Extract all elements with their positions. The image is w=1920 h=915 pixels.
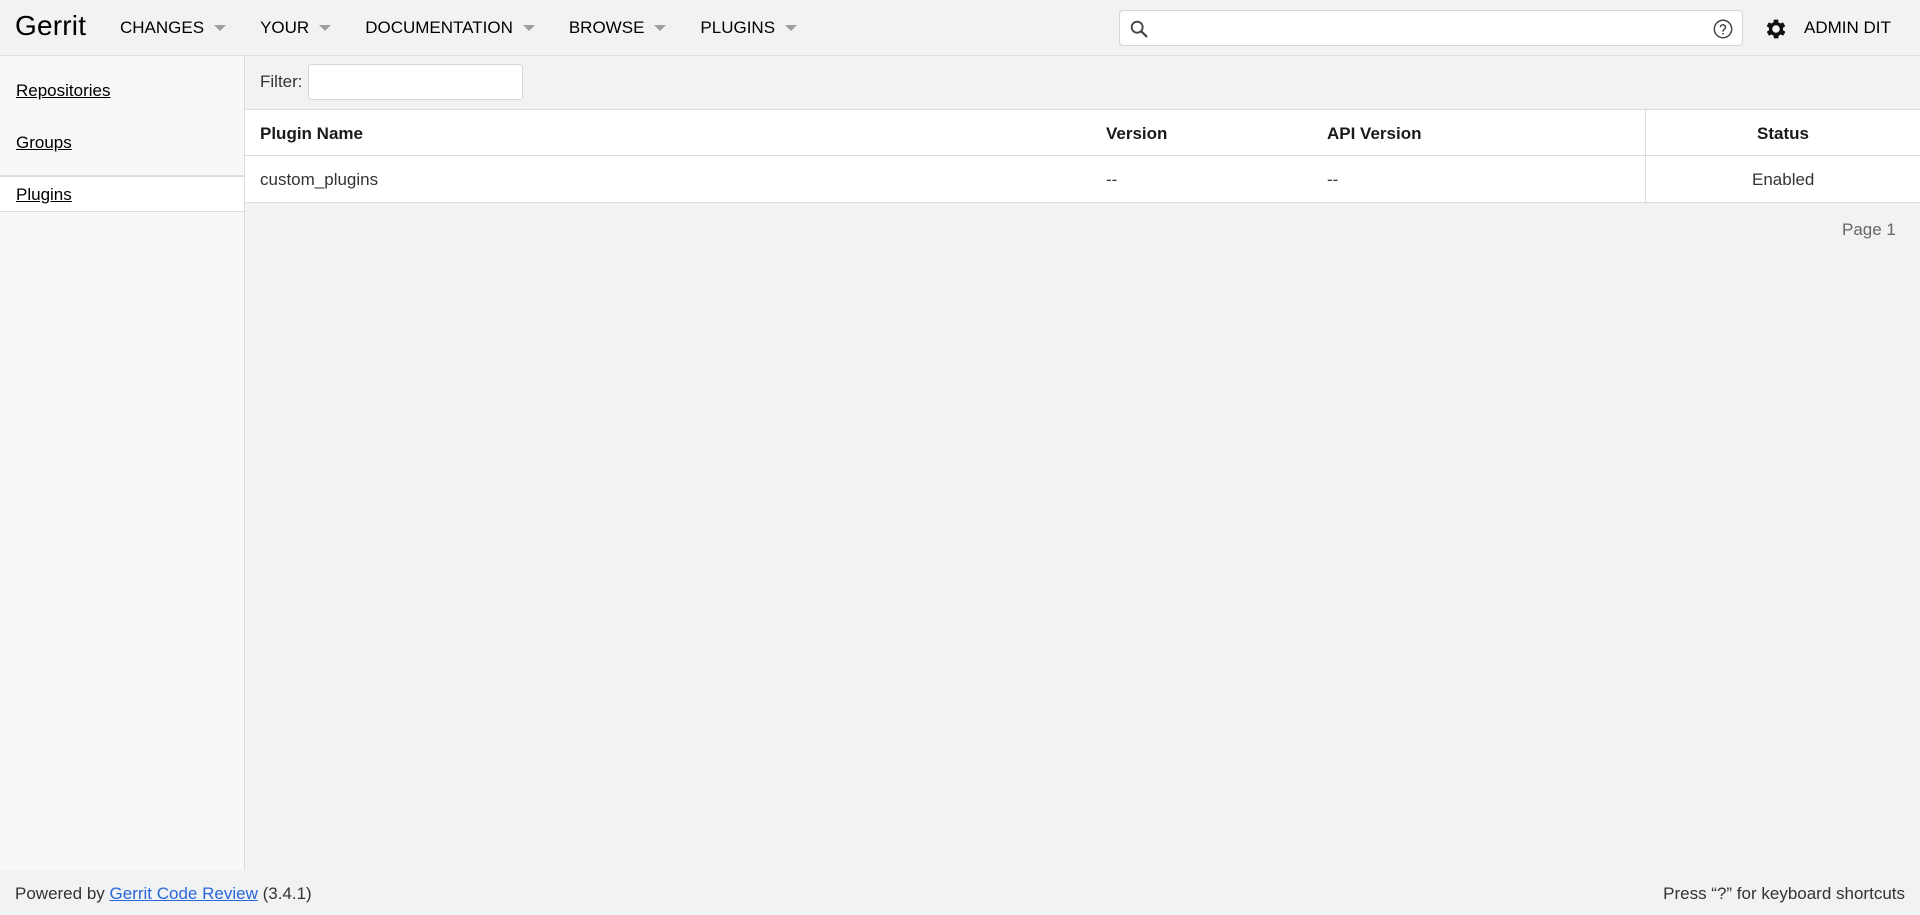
column-header-api-version: API Version bbox=[1327, 124, 1422, 143]
filter-input[interactable] bbox=[308, 64, 523, 100]
nav-browse-label: BROWSE bbox=[568, 18, 645, 37]
nav-changes[interactable]: CHANGES bbox=[120, 18, 227, 38]
column-header-version: Version bbox=[1106, 124, 1168, 143]
column-header-status: Status bbox=[1757, 124, 1809, 143]
chevron-down-icon bbox=[522, 25, 535, 31]
account-menu[interactable]: ADMIN DIT bbox=[1804, 18, 1891, 38]
chevron-down-icon bbox=[654, 25, 667, 31]
nav-plugins[interactable]: PLUGINS bbox=[700, 18, 798, 38]
footer-powered-by: Powered by Gerrit Code Review (3.4.1) bbox=[15, 884, 312, 904]
nav-changes-label: CHANGES bbox=[120, 18, 205, 37]
admin-sidebar: Repositories Groups Plugins bbox=[0, 56, 245, 870]
version-cell: -- bbox=[1106, 170, 1118, 189]
table-header-row: Plugin Name Version API Version Status bbox=[245, 110, 1920, 156]
main-nav: CHANGES YOUR DOCUMENTATION BROWSE PLUGIN… bbox=[120, 0, 831, 56]
gerrit-code-review-link[interactable]: Gerrit Code Review bbox=[110, 884, 258, 903]
search-box bbox=[1119, 10, 1743, 46]
powered-by-text: Powered by bbox=[15, 884, 105, 903]
nav-browse[interactable]: BROWSE bbox=[569, 18, 667, 38]
nav-plugins-label: PLUGINS bbox=[700, 18, 776, 37]
search-input[interactable] bbox=[1158, 15, 1702, 43]
page-indicator: Page 1 bbox=[1842, 220, 1896, 239]
chevron-down-icon bbox=[214, 25, 227, 31]
api-version-cell: -- bbox=[1327, 170, 1339, 189]
plugins-table: Plugin Name Version API Version Status c… bbox=[245, 109, 1920, 203]
nav-your[interactable]: YOUR bbox=[260, 18, 332, 38]
column-header-plugin-name: Plugin Name bbox=[260, 124, 363, 143]
gear-icon[interactable] bbox=[1763, 16, 1789, 42]
table-row: custom_plugins -- -- Enabled bbox=[245, 156, 1920, 202]
nav-documentation-label: DOCUMENTATION bbox=[365, 18, 513, 37]
status-cell: Enabled bbox=[1752, 170, 1815, 189]
sidebar-item-repositories[interactable]: Repositories bbox=[16, 81, 111, 101]
top-header: Gerrit CHANGES YOUR DOCUMENTATION BROWSE… bbox=[0, 0, 1920, 56]
nav-your-label: YOUR bbox=[260, 18, 310, 37]
chevron-down-icon bbox=[785, 25, 798, 31]
filter-label: Filter: bbox=[260, 72, 303, 91]
sidebar-item-plugins[interactable]: Plugins bbox=[16, 185, 72, 205]
help-icon[interactable] bbox=[1712, 18, 1734, 40]
gerrit-logo[interactable]: Gerrit bbox=[15, 10, 86, 42]
plugin-name-cell: custom_plugins bbox=[260, 170, 379, 189]
nav-documentation[interactable]: DOCUMENTATION bbox=[365, 18, 535, 38]
keyboard-shortcuts-hint: Press “?” for keyboard shortcuts bbox=[1663, 884, 1905, 903]
version-text: (3.4.1) bbox=[262, 884, 312, 903]
sidebar-item-groups[interactable]: Groups bbox=[16, 133, 72, 153]
chevron-down-icon bbox=[319, 25, 332, 31]
search-icon bbox=[1130, 20, 1148, 38]
column-divider bbox=[1645, 110, 1646, 202]
